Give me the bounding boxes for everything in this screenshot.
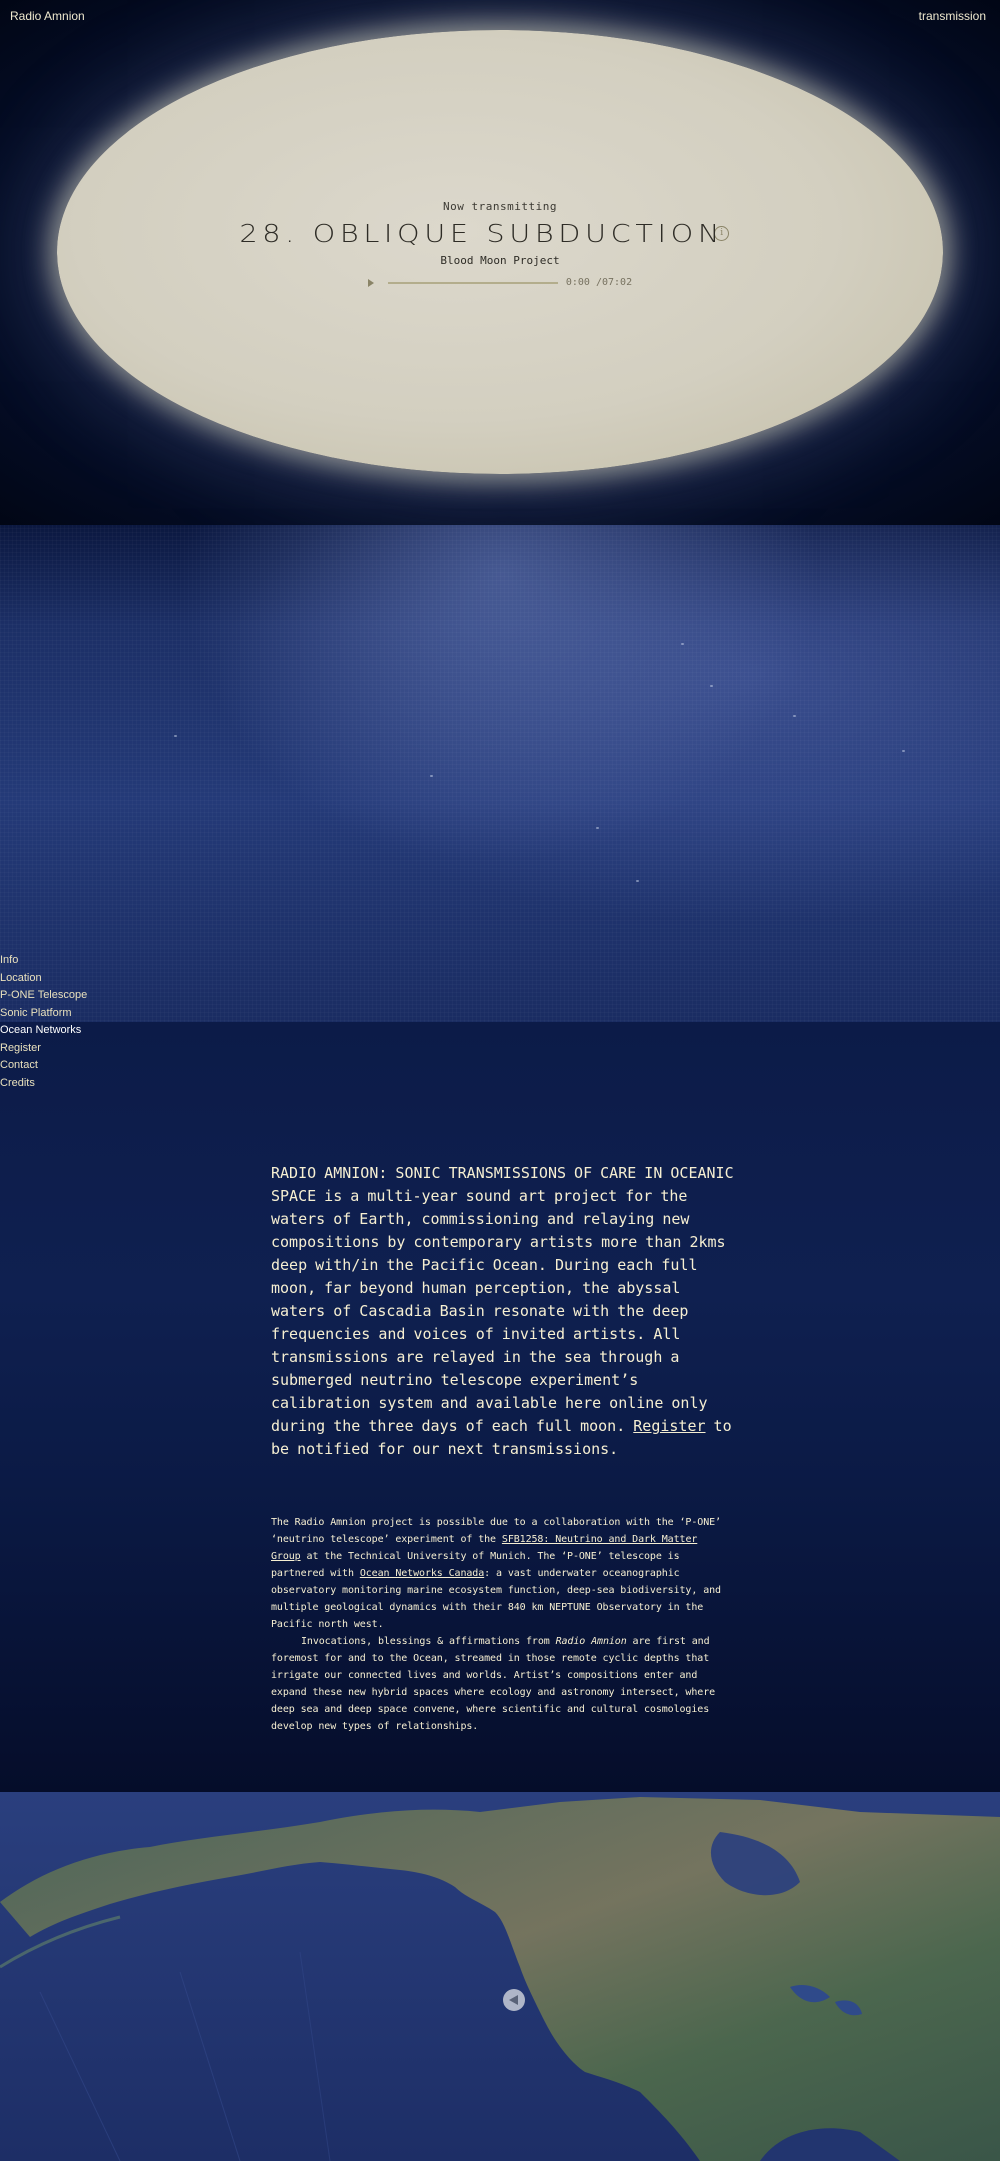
particle [636, 880, 639, 882]
now-transmitting-label: Now transmitting [443, 200, 557, 213]
particle [174, 735, 177, 737]
particle [710, 685, 713, 687]
credits-text: The Radio Amnion project is possible due… [271, 1514, 731, 1735]
nav-location[interactable]: Location [0, 970, 87, 988]
location-marker-icon[interactable] [503, 1989, 525, 2011]
top-bar: Radio Amnion transmission [0, 0, 1000, 34]
nav-sonic-platform[interactable]: Sonic Platform [0, 1005, 87, 1023]
particle [596, 827, 599, 829]
particle [681, 643, 684, 645]
time-display: 0:00 /07:02 [565, 277, 633, 288]
nav-info[interactable]: Info [0, 952, 87, 970]
intro-paragraph: RADIO AMNION: SONIC TRANSMISSIONS OF CAR… [271, 1164, 734, 1458]
transmission-indicator[interactable]: transmission [919, 9, 986, 23]
track-title: 28. OBLIQUE SUBDUCTION [239, 219, 724, 248]
audio-player: Now transmitting 28. OBLIQUE SUBDUCTION … [0, 200, 1000, 288]
play-icon[interactable] [367, 278, 374, 287]
marker-arrow-icon [509, 1995, 518, 2005]
ocean-visual-section [0, 525, 1000, 1025]
hero-section: Now transmitting 28. OBLIQUE SUBDUCTION … [0, 0, 1000, 525]
location-map[interactable] [0, 1792, 1000, 2161]
brand-logo[interactable]: Radio Amnion [10, 9, 85, 23]
particle [430, 775, 433, 777]
progress-bar[interactable] [387, 281, 558, 284]
ocean-networks-canada-link[interactable]: Ocean Networks Canada [360, 1568, 484, 1579]
map-graphic [0, 1792, 1000, 2161]
nav-register[interactable]: Register [0, 1040, 87, 1058]
side-navigation: Info Location P-ONE Telescope Sonic Plat… [0, 952, 87, 1092]
nav-contact[interactable]: Contact [0, 1057, 87, 1075]
particle [902, 750, 905, 752]
info-section: RADIO AMNION: SONIC TRANSMISSIONS OF CAR… [0, 1022, 1000, 1792]
nav-p-one-telescope[interactable]: P-ONE Telescope [0, 987, 87, 1005]
nav-credits[interactable]: Credits [0, 1075, 87, 1093]
particle [793, 715, 796, 717]
artist-name: Blood Moon Project [440, 254, 560, 267]
credits-paragraph-2: Invocations, blessings & affirmations fr… [271, 1636, 716, 1732]
register-link[interactable]: Register [633, 1417, 705, 1435]
nav-ocean-networks[interactable]: Ocean Networks [0, 1022, 87, 1040]
credits-paragraph-1: The Radio Amnion project is possible due… [271, 1517, 721, 1630]
